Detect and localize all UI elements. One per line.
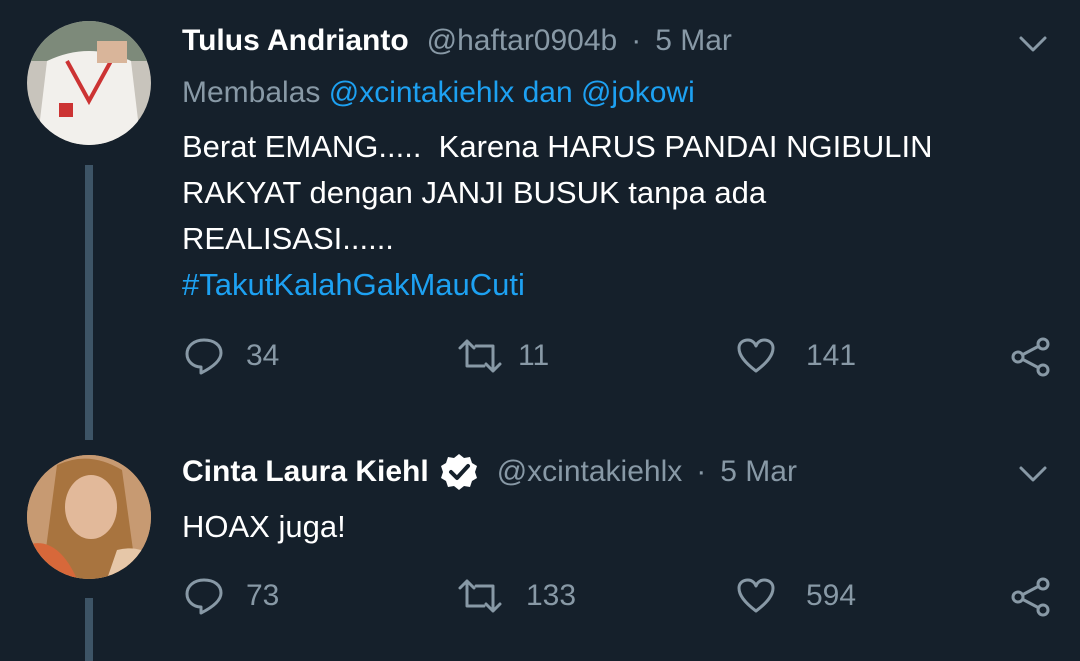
like-button[interactable]: 594 <box>736 576 856 616</box>
author-handle[interactable]: @haftar0904b <box>427 24 618 58</box>
reply-mentions[interactable]: @xcintakiehlx dan @jokowi <box>329 76 695 109</box>
separator-dot: · <box>631 24 642 57</box>
tweet-text-content: HOAX juga! <box>182 509 346 544</box>
share-button[interactable] <box>1010 336 1052 378</box>
reply-count: 34 <box>246 339 280 372</box>
timeline: Tulus Andrianto @haftar0904b · 5 Mar Mem… <box>0 0 1080 661</box>
separator-dot: · <box>696 455 707 488</box>
hashtag-link[interactable]: #TakutKalahGakMauCuti <box>182 262 933 308</box>
retweet-icon <box>458 339 502 373</box>
share-icon <box>1011 337 1050 377</box>
verified-badge-icon <box>440 454 477 490</box>
thread-line <box>85 165 93 440</box>
author-name[interactable]: Tulus Andrianto <box>182 24 409 58</box>
tweet-text: HOAX juga! <box>182 504 346 550</box>
reply-button[interactable]: 34 <box>184 336 279 376</box>
author-name[interactable]: Cinta Laura Kiehl <box>182 455 429 489</box>
avatar[interactable] <box>27 21 151 145</box>
share-button[interactable] <box>1010 576 1052 618</box>
tweet[interactable]: Cinta Laura Kiehl @xcintakiehlx · 5 Mar … <box>0 440 1080 661</box>
like-button[interactable]: 141 <box>736 336 856 376</box>
retweet-icon <box>458 579 502 613</box>
share-icon <box>1011 577 1050 617</box>
tweet-date[interactable]: 5 Mar <box>720 455 797 489</box>
avatar[interactable] <box>27 455 151 579</box>
reply-prefix: Membalas <box>182 76 321 109</box>
tweet-actions: 73 133 594 <box>0 576 1080 620</box>
like-count: 141 <box>806 339 857 372</box>
tweet-date[interactable]: 5 Mar <box>655 24 732 58</box>
tweet-header: Cinta Laura Kiehl @xcintakiehlx · 5 Mar <box>182 452 797 492</box>
retweet-button[interactable]: 133 <box>456 576 576 616</box>
retweet-count: 11 <box>518 339 550 372</box>
retweet-button[interactable]: 11 <box>456 336 549 376</box>
tweet-actions: 34 11 141 <box>0 336 1080 380</box>
reply-icon <box>185 338 223 375</box>
tweet-text-content: Berat EMANG..... Karena HARUS PANDAI NGI… <box>182 129 933 256</box>
reply-icon <box>185 578 223 615</box>
heart-icon <box>737 578 775 613</box>
replying-to: Membalas @xcintakiehlx dan @jokowi <box>182 76 695 110</box>
author-handle[interactable]: @xcintakiehlx <box>497 455 683 489</box>
tweet[interactable]: Tulus Andrianto @haftar0904b · 5 Mar Mem… <box>0 0 1080 440</box>
tweet-header: Tulus Andrianto @haftar0904b · 5 Mar <box>182 24 732 58</box>
reply-button[interactable]: 73 <box>184 576 279 616</box>
like-count: 594 <box>806 579 857 612</box>
tweet-text: Berat EMANG..... Karena HARUS PANDAI NGI… <box>182 124 933 308</box>
retweet-count: 133 <box>526 579 577 612</box>
chevron-down-icon[interactable] <box>1018 464 1048 484</box>
chevron-down-icon[interactable] <box>1018 34 1048 54</box>
reply-count: 73 <box>246 579 280 612</box>
heart-icon <box>737 338 775 373</box>
